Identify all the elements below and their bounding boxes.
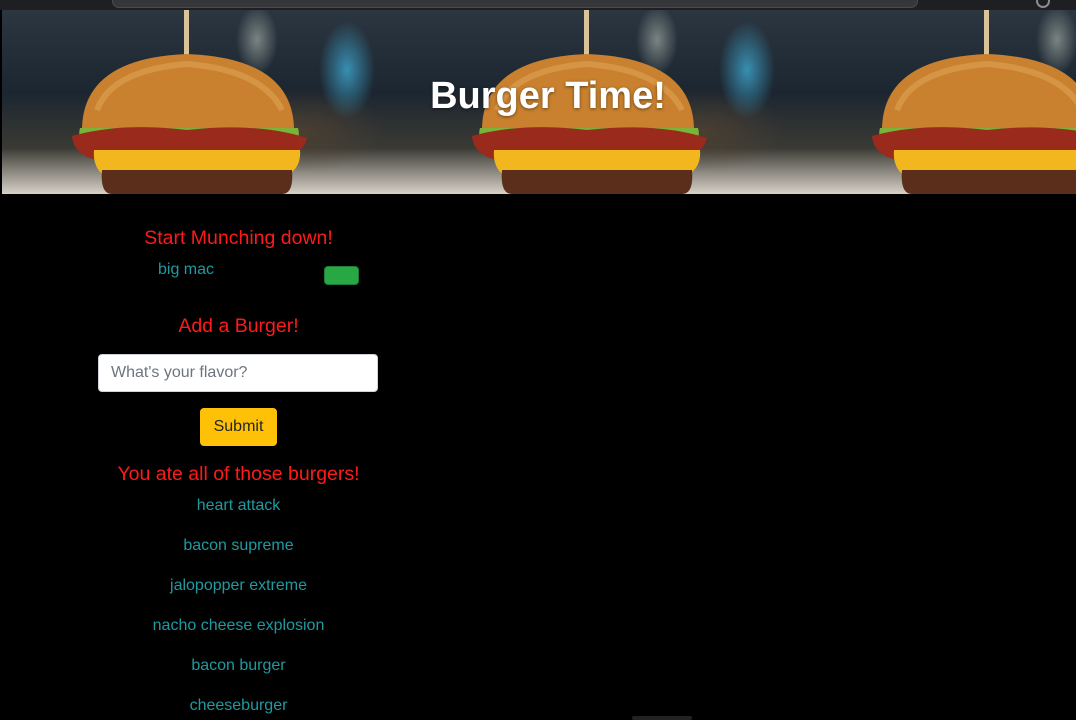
eaten-burger-item: bacon supreme: [183, 537, 294, 554]
browser-toolbar: [0, 0, 1076, 10]
uneaten-heading: Start Munching down!: [144, 227, 333, 249]
devour-button[interactable]: [324, 266, 359, 285]
address-bar[interactable]: [112, 0, 918, 8]
scroll-indicator: [632, 716, 692, 720]
eaten-burger-item: jalopopper extreme: [170, 577, 307, 594]
eaten-burger-item: nacho cheese explosion: [152, 617, 325, 634]
submit-button[interactable]: Submit: [200, 408, 277, 446]
uneaten-burger-name: big mac: [158, 261, 215, 278]
eaten-burger-item: cheeseburger: [189, 697, 288, 714]
eaten-burger-list: heart attack bacon supreme jalopopper ex…: [98, 496, 379, 720]
add-burger-heading: Add a Burger!: [178, 315, 299, 337]
eaten-heading: You ate all of those burgers!: [117, 463, 360, 485]
eaten-burger-item: bacon burger: [191, 657, 286, 674]
eaten-burger-item: heart attack: [196, 497, 281, 514]
profile-icon[interactable]: [1036, 0, 1050, 8]
page-title: Burger Time!: [430, 74, 666, 117]
burger-name-input[interactable]: [98, 354, 378, 392]
